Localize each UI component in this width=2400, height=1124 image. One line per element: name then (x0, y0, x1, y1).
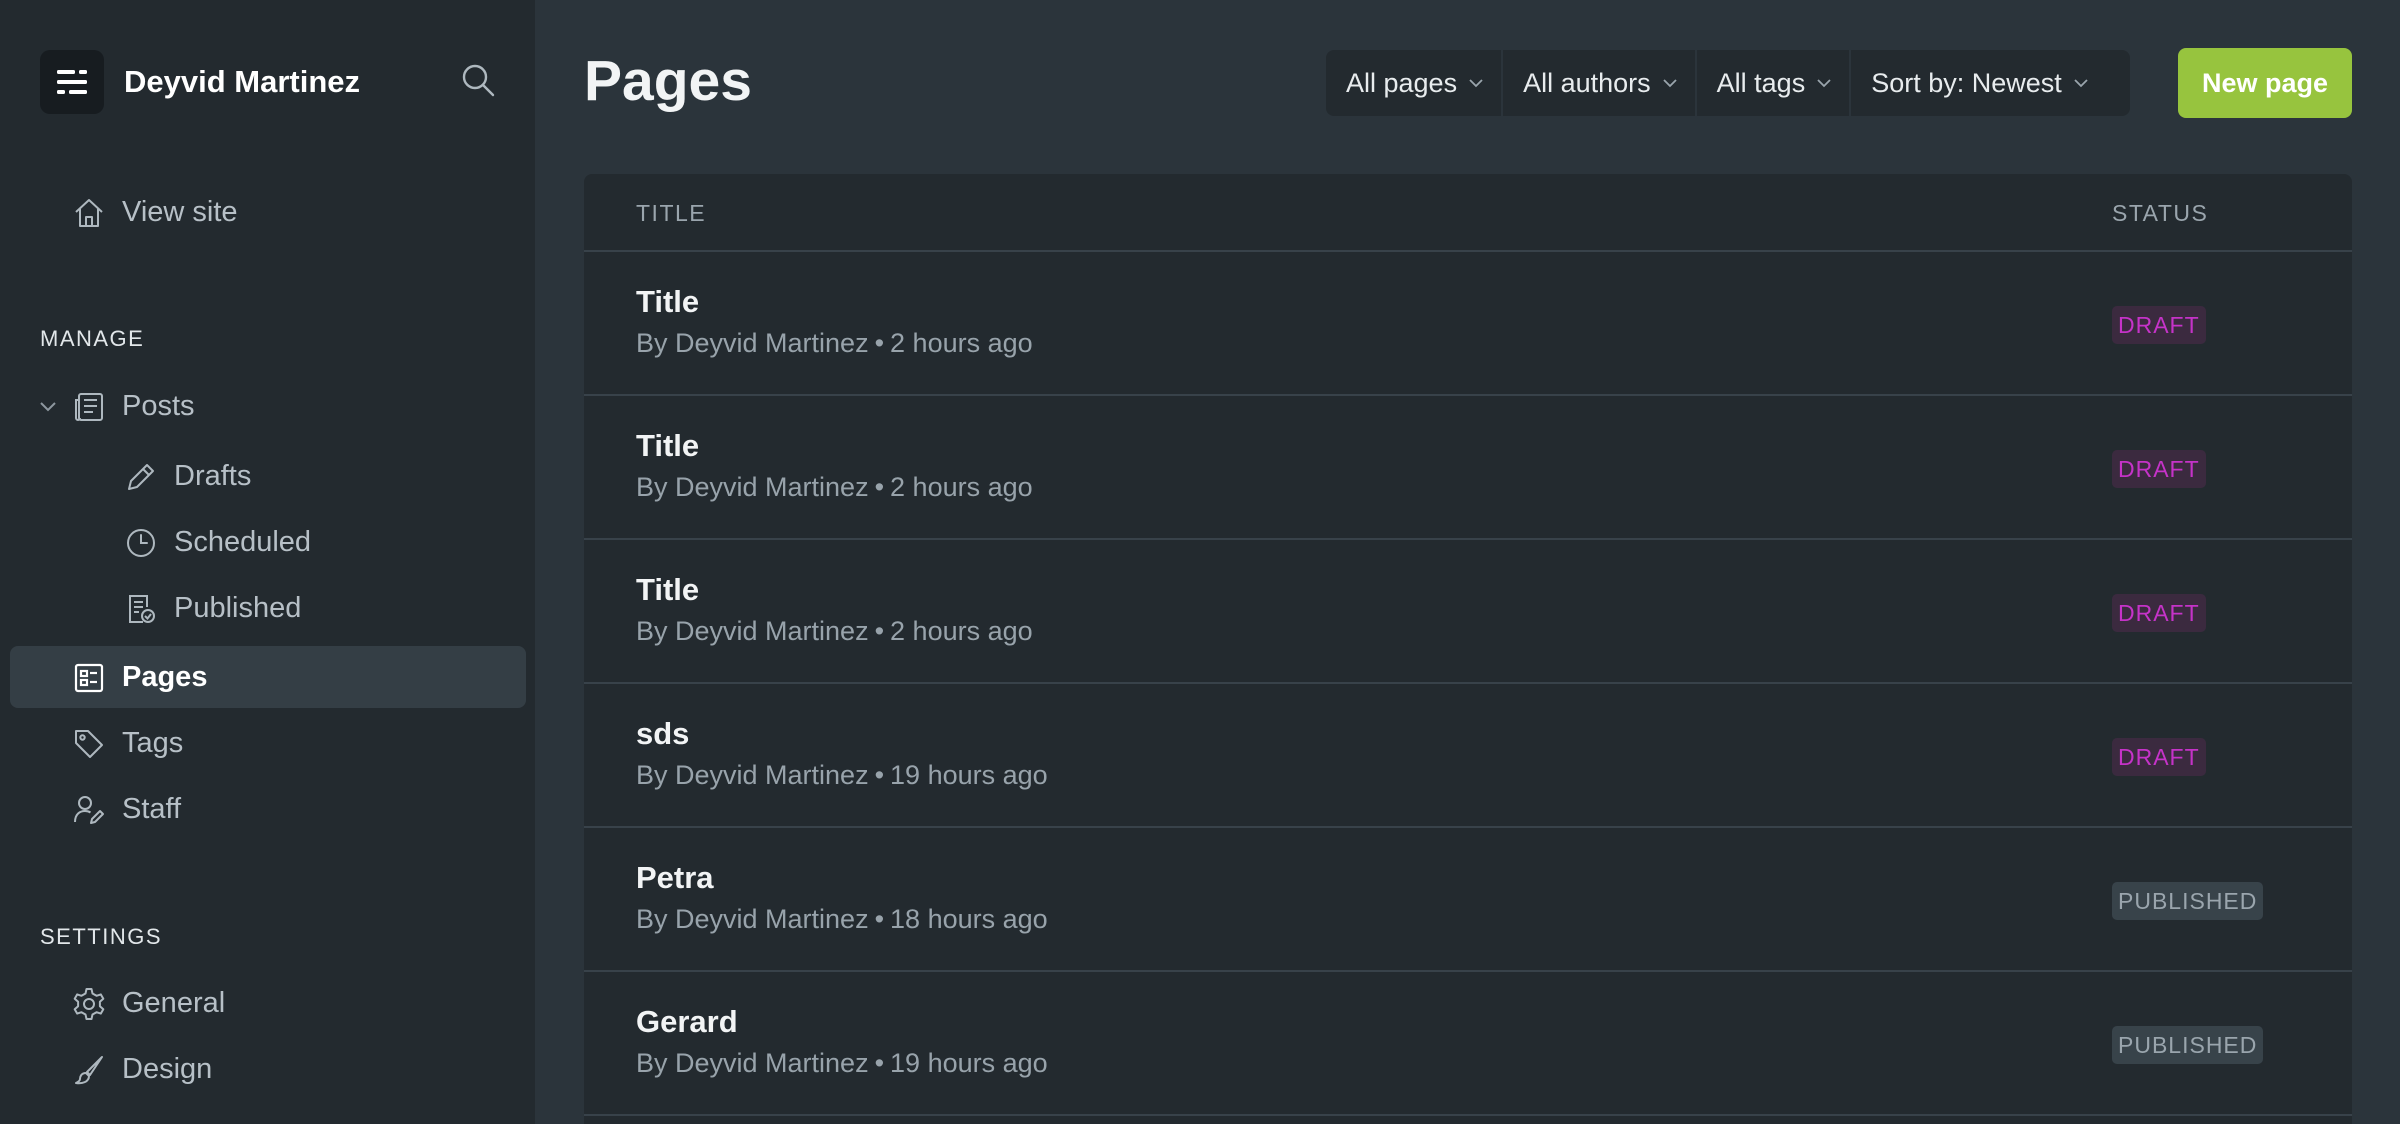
new-page-button[interactable]: New page (2178, 48, 2352, 118)
meta-separator: • (874, 904, 885, 934)
search-icon[interactable] (458, 60, 498, 100)
filter-pages-label: All pages (1346, 67, 1458, 98)
chevron-down-icon (1469, 78, 1483, 88)
ghost-logo-icon (40, 50, 104, 114)
page-author: By Deyvid Martinez (636, 904, 869, 934)
nav-pages[interactable]: Pages (10, 646, 526, 708)
nav-design[interactable]: Design (10, 1038, 526, 1100)
page-meta: By Deyvid Martinez • 18 hours ago (636, 904, 1048, 935)
nav-scheduled-label: Scheduled (174, 525, 312, 558)
sort-label: Sort by: Newest (1871, 67, 2062, 98)
meta-separator: • (874, 760, 885, 790)
table-row[interactable]: Title By Deyvid Martinez • 2 hours ago DRA… (584, 252, 2352, 396)
page-author: By Deyvid Martinez (636, 472, 869, 502)
page-meta: By Deyvid Martinez • 19 hours ago (636, 760, 1048, 791)
table-header: TITLE STATUS (584, 174, 2352, 252)
page-title-cell: Petra (636, 860, 714, 895)
brand[interactable]: Deyvid Martinez (40, 50, 360, 114)
sidebar: Deyvid Martinez View site MANAGE Posts D… (0, 0, 535, 1124)
home-icon (72, 196, 106, 230)
status-badge: DRAFT (2112, 738, 2206, 776)
page-title-cell: Title (636, 428, 700, 463)
page-author: By Deyvid Martinez (636, 1048, 869, 1078)
filter-authors-label: All authors (1523, 67, 1651, 98)
status-badge: PUBLISHED (2112, 1026, 2264, 1064)
brush-icon (72, 1053, 106, 1087)
filter-authors-dropdown[interactable]: All authors (1503, 50, 1697, 116)
table-row[interactable]: sds By Deyvid Martinez • 19 hours ago DRAF… (584, 684, 2352, 828)
chevron-down-icon (2074, 78, 2088, 88)
pencil-icon (124, 460, 158, 494)
meta-separator: • (874, 616, 885, 646)
page-time: 18 hours ago (890, 904, 1048, 934)
page-author: By Deyvid Martinez (636, 328, 869, 358)
nav-tags[interactable]: Tags (10, 712, 526, 774)
staff-icon (72, 793, 106, 827)
nav-published-label: Published (174, 591, 302, 624)
manage-heading: MANAGE (40, 326, 145, 351)
nav-scheduled[interactable]: Scheduled (10, 511, 526, 573)
status-badge: DRAFT (2112, 306, 2206, 344)
column-header-title: TITLE (636, 200, 707, 226)
chevron-down-icon (1817, 78, 1831, 88)
nav-tags-label: Tags (122, 726, 184, 759)
nav-drafts[interactable]: Drafts (10, 445, 526, 507)
posts-icon (72, 390, 106, 424)
table-row[interactable]: Petra By Deyvid Martinez • 18 hours ago PU… (584, 828, 2352, 972)
page-time: 19 hours ago (890, 1048, 1048, 1078)
table-row[interactable]: Title By Deyvid Martinez • 2 hours ago DRA… (584, 540, 2352, 684)
page-title-cell: Gerard (636, 1004, 738, 1039)
filter-pages-dropdown[interactable]: All pages (1326, 50, 1504, 116)
page-title-cell: Title (636, 284, 700, 319)
nav-general-label: General (122, 986, 226, 1019)
page-meta: By Deyvid Martinez • 2 hours ago (636, 616, 1033, 647)
table-row[interactable]: Title By Deyvid Martinez • 2 hours ago DRA… (584, 396, 2352, 540)
settings-heading: SETTINGS (40, 924, 163, 949)
status-badge: DRAFT (2112, 450, 2206, 488)
status-badge: DRAFT (2112, 594, 2206, 632)
table-row[interactable]: Gerard By Deyvid Martinez • 19 hours ago P… (584, 972, 2352, 1116)
pages-icon (72, 661, 106, 695)
nav-staff[interactable]: Staff (10, 778, 526, 840)
page-title: Pages (584, 49, 752, 113)
published-check-icon (124, 592, 158, 626)
column-header-status: STATUS (2112, 200, 2209, 226)
status-badge: PUBLISHED (2112, 882, 2264, 920)
gear-icon (72, 987, 106, 1021)
nav-view-site[interactable]: View site (10, 181, 526, 243)
nav-posts-label: Posts (122, 389, 195, 422)
page-title-cell: Title (636, 572, 700, 607)
nav-pages-label: Pages (122, 660, 208, 693)
nav-drafts-label: Drafts (174, 459, 252, 492)
clock-icon (124, 526, 158, 560)
nav-posts[interactable]: Posts (10, 375, 526, 437)
page-time: 2 hours ago (890, 328, 1033, 358)
meta-separator: • (874, 1048, 885, 1078)
nav-general[interactable]: General (10, 972, 526, 1034)
pages-table: TITLE STATUS Title By Deyvid Martinez • 2 … (584, 174, 2352, 1124)
tag-icon (72, 727, 106, 761)
page-meta: By Deyvid Martinez • 2 hours ago (636, 328, 1033, 359)
page-time: 2 hours ago (890, 616, 1033, 646)
sort-dropdown[interactable]: Sort by: Newest (1851, 50, 2106, 116)
page-time: 19 hours ago (890, 760, 1048, 790)
meta-separator: • (874, 472, 885, 502)
user-name: Deyvid Martinez (124, 64, 361, 99)
nav-design-label: Design (122, 1052, 213, 1085)
nav-published[interactable]: Published (10, 577, 526, 639)
meta-separator: • (874, 328, 885, 358)
page-meta: By Deyvid Martinez • 2 hours ago (636, 472, 1033, 503)
filter-bar: All pages All authors All tags Sort by: … (1326, 50, 2130, 116)
chevron-down-icon (1663, 78, 1677, 88)
chevron-down-icon[interactable] (38, 397, 58, 417)
filter-tags-dropdown[interactable]: All tags (1697, 50, 1852, 116)
nav-view-site-label: View site (122, 195, 238, 228)
filter-tags-label: All tags (1716, 67, 1806, 98)
page-time: 2 hours ago (890, 472, 1033, 502)
nav-staff-label: Staff (122, 792, 182, 825)
page-author: By Deyvid Martinez (636, 616, 869, 646)
page-meta: By Deyvid Martinez • 19 hours ago (636, 1048, 1048, 1079)
page-author: By Deyvid Martinez (636, 760, 869, 790)
page-title-cell: sds (636, 716, 690, 751)
